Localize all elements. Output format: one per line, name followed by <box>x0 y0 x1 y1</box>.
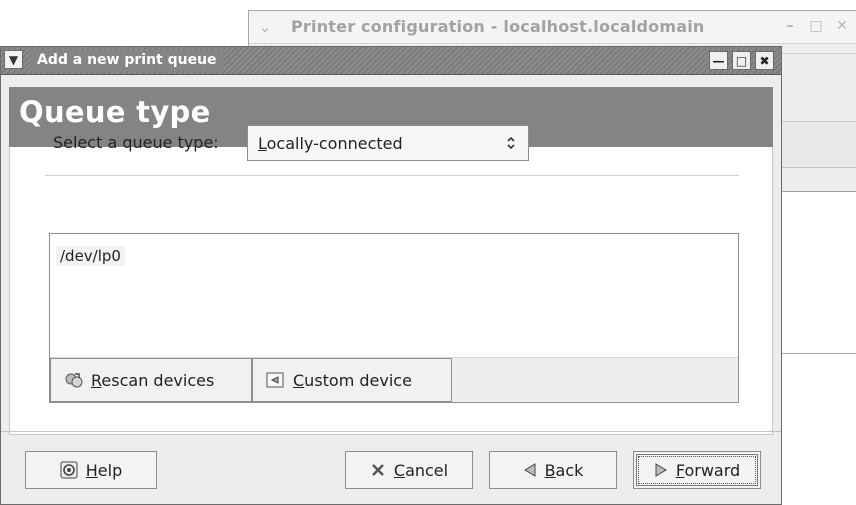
dialog-separator <box>1 431 781 432</box>
maximize-icon[interactable]: □ <box>732 51 751 70</box>
custom-device-label: Custom device <box>293 371 412 390</box>
minimize-icon[interactable]: — <box>709 51 728 70</box>
background-window-title: Printer configuration - localhost.locald… <box>291 17 705 36</box>
minimize-icon[interactable]: – <box>781 17 799 35</box>
rescan-devices-label: Rescan devices <box>91 371 214 390</box>
queue-type-selected-rest: ocally-connected <box>266 134 403 153</box>
device-toolbar: Rescan devices Custom device <box>50 357 738 402</box>
forward-arrow-icon <box>654 462 668 478</box>
background-window-titlebar: ⌄ Printer configuration - localhost.loca… <box>249 11 856 44</box>
chevron-down-icon[interactable]: ▼ <box>4 50 23 69</box>
rescan-icon <box>63 370 85 390</box>
cancel-label-rest: ancel <box>405 460 449 480</box>
mnemonic: H <box>85 460 98 480</box>
custom-device-label-rest: ustom device <box>304 370 412 390</box>
mnemonic: B <box>544 460 556 480</box>
back-label: Back <box>545 461 584 480</box>
mnemonic: R <box>91 370 102 390</box>
close-icon[interactable]: ✖ <box>755 51 774 70</box>
back-arrow-icon <box>523 462 537 478</box>
help-button[interactable]: Help <box>25 451 157 489</box>
chevron-down-icon[interactable]: ⌄ <box>255 17 275 37</box>
chevron-updown-icon <box>500 132 522 154</box>
close-icon[interactable]: ✕ <box>833 17 851 35</box>
device-list-panel: /dev/lp0 Rescan devices Custom device <box>49 233 739 403</box>
help-label: Help <box>86 461 122 480</box>
card-separator <box>45 175 739 176</box>
help-label-rest: elp <box>97 460 123 480</box>
cancel-button[interactable]: Cancel <box>345 451 473 489</box>
forward-button[interactable]: Forward <box>633 451 761 489</box>
forward-label: Forward <box>676 461 740 480</box>
rescan-devices-label-rest: escan devices <box>101 370 215 390</box>
queue-type-selected-value: Locally-connected <box>258 134 403 153</box>
custom-device-icon <box>265 370 287 390</box>
maximize-icon[interactable]: □ <box>807 17 825 35</box>
page-title: Queue type <box>19 95 211 129</box>
dialog-title: Add a new print queue <box>31 50 223 71</box>
custom-device-button[interactable]: Custom device <box>252 358 452 402</box>
add-print-queue-dialog: ▼ Add a new print queue — □ ✖ Queue type… <box>0 46 782 505</box>
mnemonic: C <box>293 370 305 390</box>
queue-type-label: Select a queue type: <box>53 133 219 152</box>
mnemonic: C <box>393 460 406 480</box>
forward-label-rest: orward <box>684 460 741 480</box>
cancel-icon <box>370 462 386 478</box>
back-button[interactable]: Back <box>489 451 617 489</box>
back-label-rest: ack <box>555 460 584 480</box>
queue-type-select[interactable]: Locally-connected <box>247 125 529 161</box>
device-list-item[interactable]: /dev/lp0 <box>56 246 125 266</box>
dialog-titlebar[interactable]: ▼ Add a new print queue — □ ✖ <box>1 47 781 75</box>
help-icon <box>60 461 78 479</box>
cancel-label: Cancel <box>394 461 448 480</box>
mnemonic: L <box>258 134 267 153</box>
rescan-devices-button[interactable]: Rescan devices <box>50 358 252 402</box>
